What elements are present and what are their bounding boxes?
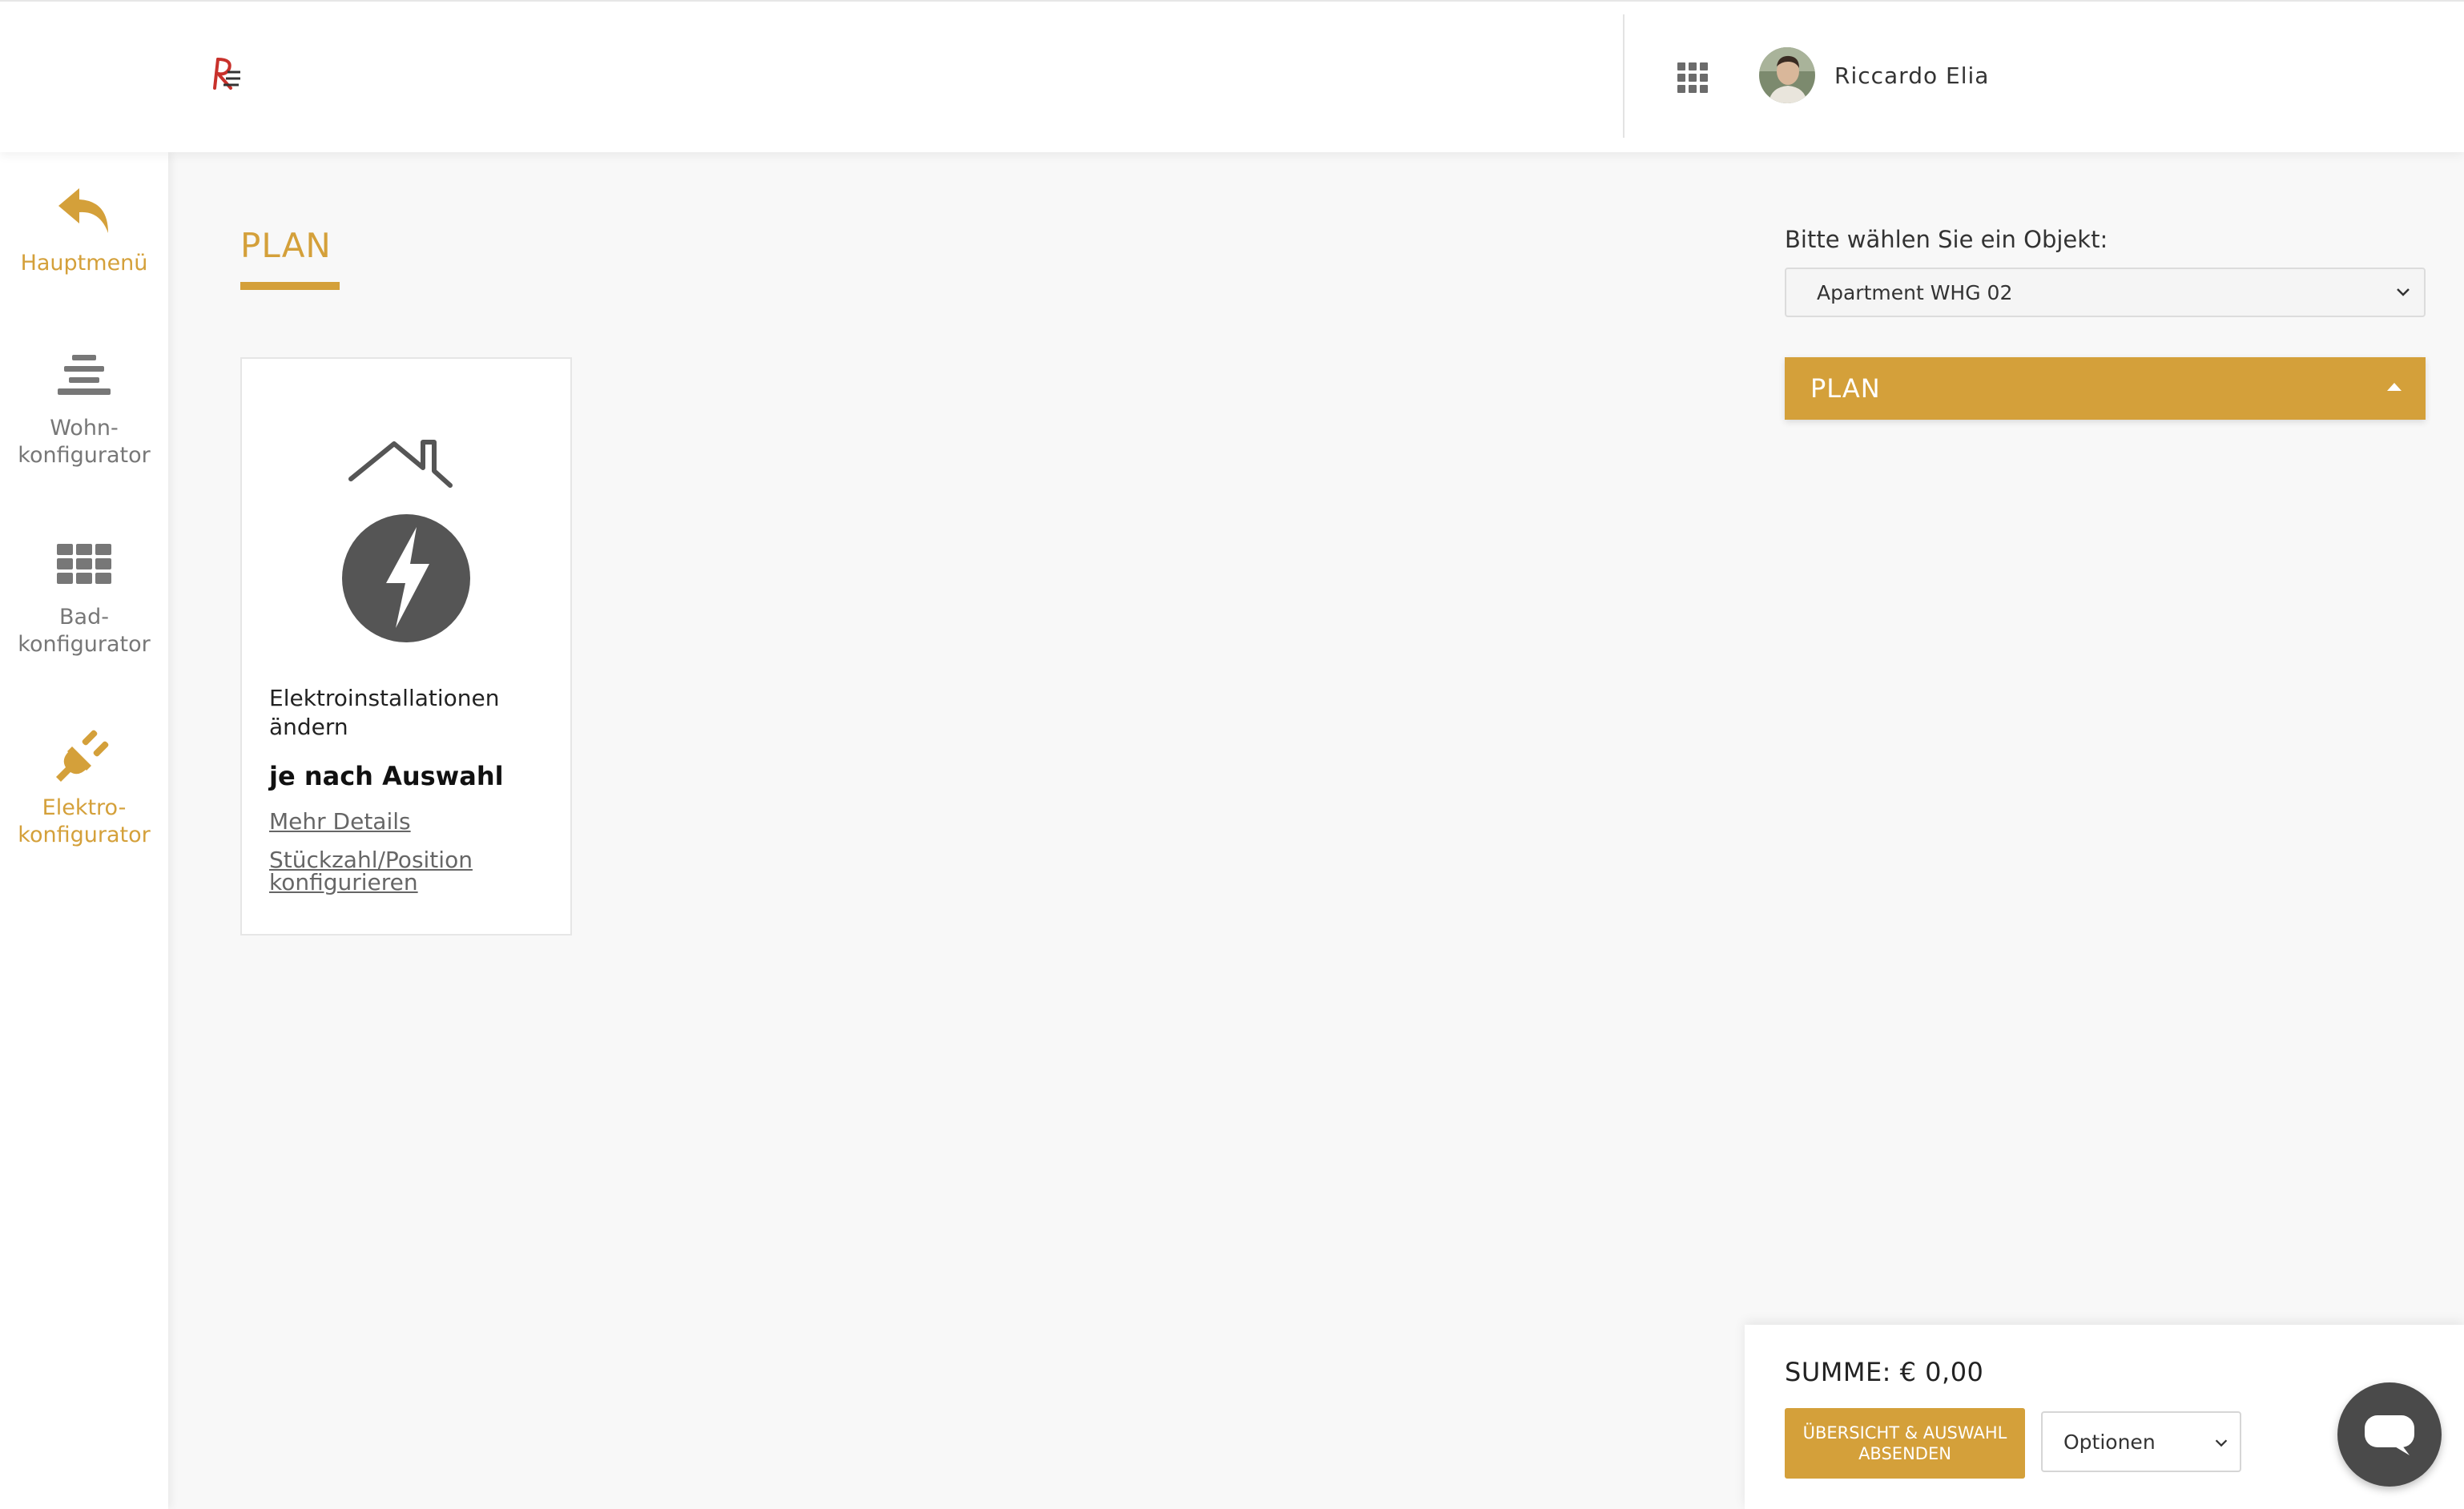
sidebar-item-badkonfigurator[interactable]: Bad- konfigurator xyxy=(0,537,168,658)
re-logo-icon[interactable] xyxy=(210,54,245,93)
grid-icon[interactable] xyxy=(1677,62,1708,93)
plan-accordion-header[interactable]: PLAN xyxy=(1785,357,2426,420)
more-details-link[interactable]: Mehr Details xyxy=(269,811,411,833)
sidebar-item-elektrokonfigurator[interactable]: Elektro- konfigurator xyxy=(0,727,168,849)
accordion-label: PLAN xyxy=(1810,373,1881,404)
sum-total: SUMME: € 0,00 xyxy=(1785,1357,1984,1387)
sidebar-item-wohnkonfigurator[interactable]: Wohn- konfigurator xyxy=(0,348,168,469)
user-name: Riccardo Elia xyxy=(1834,62,1990,89)
chat-bubble-icon xyxy=(2365,1415,2414,1455)
user-menu[interactable]: Riccardo Elia xyxy=(1759,46,1989,104)
plug-icon xyxy=(52,727,116,783)
layers-icon xyxy=(52,348,116,404)
options-select[interactable]: Optionen xyxy=(2041,1411,2241,1472)
page-title: PLAN xyxy=(240,226,332,265)
sidebar: Hauptmenü Wohn- konfigurator Bad- konfig… xyxy=(0,152,168,1509)
tiles-icon xyxy=(52,537,116,593)
sidebar-item-label: Elektro- konfigurator xyxy=(18,795,151,847)
avatar xyxy=(1759,47,1815,103)
header-divider xyxy=(1623,14,1625,138)
house-lightning-icon xyxy=(342,440,470,642)
product-card[interactable]: Elektroinstallationen ändern je nach Aus… xyxy=(240,357,572,936)
caret-up-icon xyxy=(2387,383,2402,391)
sidebar-item-label: Wohn- konfigurator xyxy=(18,416,151,468)
submit-selection-button[interactable]: ÜBERSICHT & AUSWAHL ABSENDEN xyxy=(1785,1408,2025,1479)
object-select-label: Bitte wählen Sie ein Objekt: xyxy=(1785,226,2108,253)
reply-arrow-icon xyxy=(52,183,116,239)
chevron-down-icon xyxy=(2215,1439,2228,1447)
title-underline xyxy=(240,282,340,290)
object-select-value: Apartment WHG 02 xyxy=(1817,280,2013,304)
card-price: je nach Auswahl xyxy=(269,761,504,791)
card-title: Elektroinstallationen ändern xyxy=(269,685,500,740)
options-select-value: Optionen xyxy=(2063,1430,2156,1454)
chat-button[interactable] xyxy=(2337,1382,2442,1487)
configure-link[interactable]: Stückzahl/Position konfigurieren xyxy=(269,849,509,894)
chevron-down-icon xyxy=(2397,288,2410,296)
sidebar-item-label: Hauptmenü xyxy=(20,251,148,276)
object-select[interactable]: Apartment WHG 02 xyxy=(1785,268,2426,317)
header: Riccardo Elia xyxy=(0,0,2464,152)
sidebar-item-label: Bad- konfigurator xyxy=(18,605,151,657)
sidebar-item-hauptmenu[interactable]: Hauptmenü xyxy=(0,183,168,277)
